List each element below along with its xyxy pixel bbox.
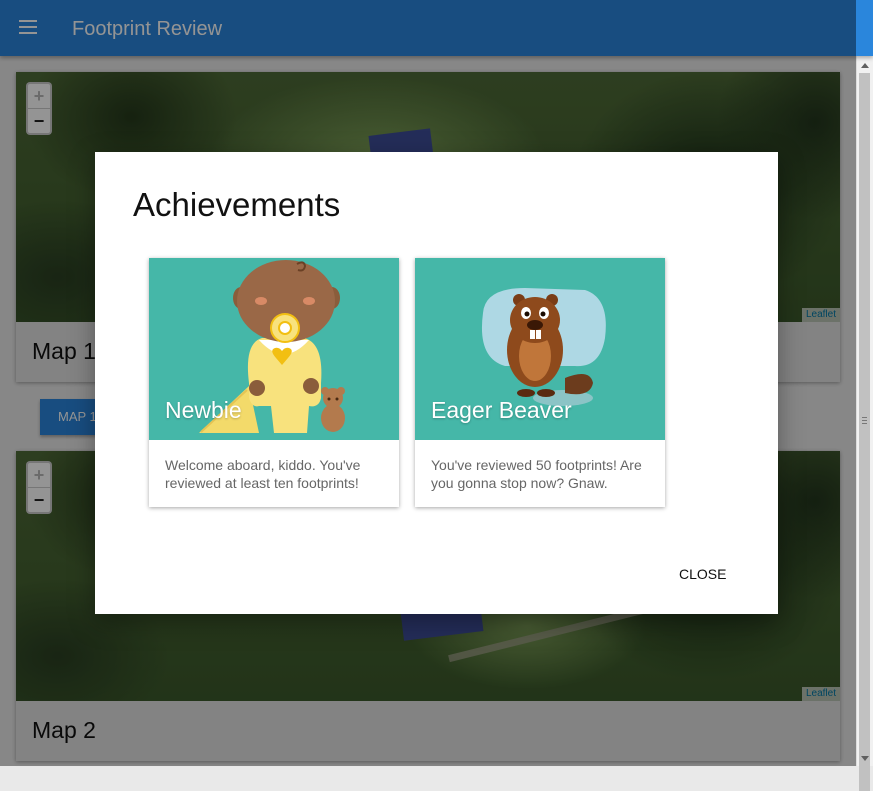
achievement-description: Welcome aboard, kiddo. You've reviewed a… <box>165 457 361 491</box>
achievement-card-newbie: Newbie Welcome aboard, kiddo. You've rev… <box>149 258 399 507</box>
page-scrollbar[interactable] <box>856 56 873 791</box>
achievement-card-eager-beaver: Eager Beaver You've reviewed 50 footprin… <box>415 258 665 507</box>
achievement-image: Newbie <box>149 258 399 440</box>
scroll-down-icon[interactable] <box>861 756 869 761</box>
achievement-image: Eager Beaver <box>415 258 665 440</box>
dialog-title: Achievements <box>133 186 341 223</box>
scroll-thumb[interactable] <box>859 73 870 791</box>
scroll-up-icon[interactable] <box>861 63 869 68</box>
achievement-name: Newbie <box>165 397 242 423</box>
achievement-name: Eager Beaver <box>431 397 572 423</box>
achievements-dialog: Achievements Newbie Welcome aboard, kidd… <box>95 152 778 614</box>
achievement-description: You've reviewed 50 footprints! Are you g… <box>431 457 642 491</box>
close-button[interactable]: CLOSE <box>679 564 726 584</box>
